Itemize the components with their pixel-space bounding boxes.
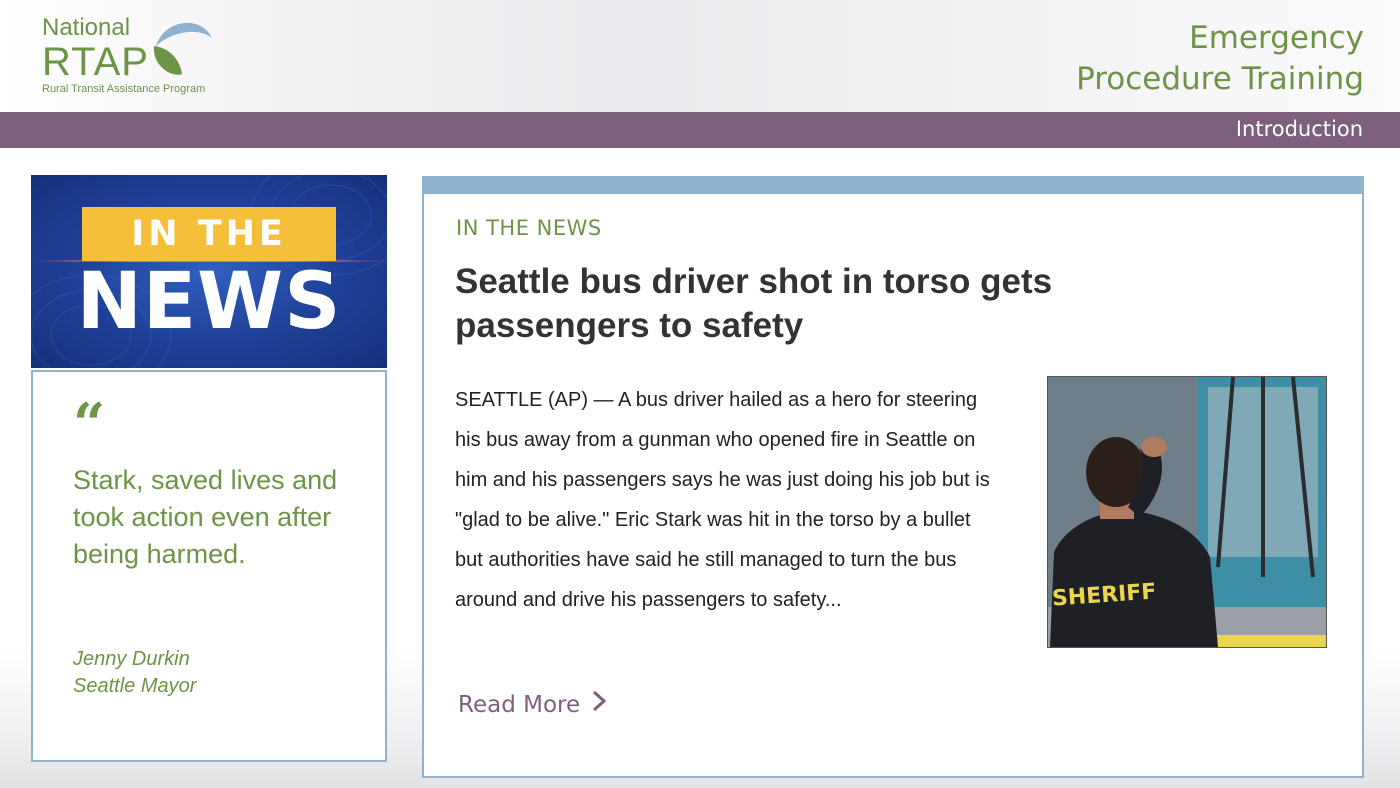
section-bar: Introduction xyxy=(0,112,1400,148)
article-body: SEATTLE (AP) — A bus driver hailed as a … xyxy=(455,389,990,611)
header: National RTAP Rural Transit Assistance P… xyxy=(0,0,1400,112)
quote-mark-icon: “ xyxy=(73,391,106,457)
course-title-line1: Emergency xyxy=(1189,20,1364,56)
section-label: Introduction xyxy=(1235,117,1363,141)
quote-author-name: Jenny Durkin xyxy=(73,648,190,670)
leaf-logo-icon xyxy=(153,22,212,75)
national-rtap-logo[interactable]: National RTAP Rural Transit Assistance P… xyxy=(42,14,242,104)
in-the-news-banner-image: IN THE NEWS xyxy=(31,175,387,368)
banner-top-text: IN THE xyxy=(82,207,336,261)
quote-text: Stark, saved lives and took action even … xyxy=(73,465,338,569)
course-title-line2: Procedure Training xyxy=(1076,61,1364,97)
quote-card: “ Stark, saved lives and took action eve… xyxy=(31,370,387,762)
banner-bottom-text: NEWS xyxy=(76,257,342,347)
quote-author: Jenny Durkin Seattle Mayor xyxy=(73,646,196,700)
quote-author-title: Seattle Mayor xyxy=(73,675,197,697)
article-card: IN THE NEWS Seattle bus driver shot in t… xyxy=(422,176,1364,778)
read-more-label: Read More xyxy=(458,692,581,718)
logo-rtap-text: RTAP xyxy=(42,40,149,84)
sheriff-photo: SHERIFF xyxy=(1047,376,1327,648)
article-kicker: IN THE NEWS xyxy=(456,216,602,240)
article-headline: Seattle bus driver shot in torso gets pa… xyxy=(455,262,1053,345)
course-title: Emergency Procedure Training xyxy=(1076,18,1364,100)
logo-subtitle: Rural Transit Assistance Program xyxy=(42,83,206,95)
read-more-link[interactable]: Read More xyxy=(458,690,607,718)
chevron-right-icon xyxy=(592,690,607,718)
logo-national-text: National xyxy=(42,14,131,41)
